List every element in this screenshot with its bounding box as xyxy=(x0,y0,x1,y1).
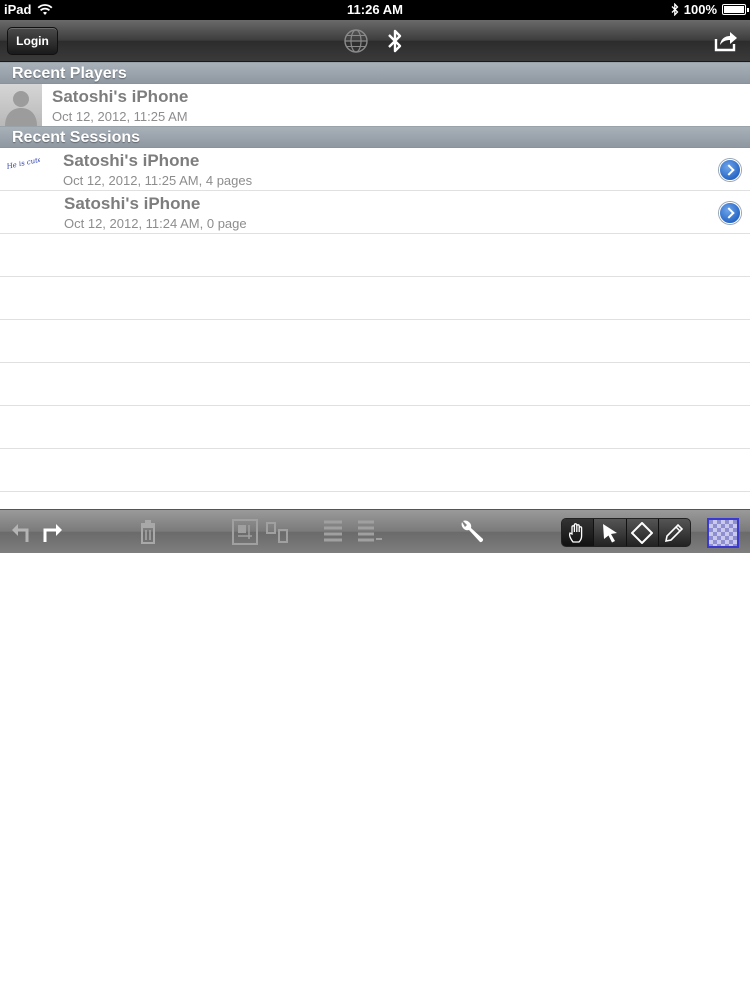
session-row[interactable]: He is cute! Satoshi's iPhone Oct 12, 201… xyxy=(0,148,750,191)
disclosure-button[interactable] xyxy=(719,202,741,224)
session-detail: Oct 12, 2012, 11:24 AM, 0 page xyxy=(64,216,247,231)
redo-icon[interactable] xyxy=(40,520,64,544)
eraser-tool-icon xyxy=(631,521,654,544)
empty-row xyxy=(0,277,750,320)
nav-bar: Login xyxy=(0,20,750,62)
pointer-tool-icon xyxy=(602,523,617,542)
recent-players-header: Recent Players xyxy=(0,62,750,84)
undo-icon[interactable] xyxy=(10,520,34,544)
eraser-tool-button[interactable] xyxy=(627,519,659,546)
hand-tool-button[interactable] xyxy=(562,519,595,546)
bluetooth-icon[interactable] xyxy=(386,27,404,55)
person-silhouette-icon xyxy=(5,91,37,126)
list-icon[interactable] xyxy=(322,519,344,545)
session-name: Satoshi's iPhone xyxy=(64,194,201,213)
empty-row xyxy=(0,449,750,492)
battery-icon xyxy=(722,4,749,15)
disclosure-button[interactable] xyxy=(719,159,741,181)
share-icon[interactable] xyxy=(713,29,739,53)
bluetooth-status-icon xyxy=(671,3,679,16)
battery-percent: 100% xyxy=(683,2,717,17)
color-swatch[interactable] xyxy=(707,518,739,548)
status-bar: iPad 11:26 AM 100% xyxy=(0,0,750,20)
login-button[interactable]: Login xyxy=(7,27,58,55)
globe-icon[interactable] xyxy=(343,28,369,54)
recent-sessions-header: Recent Sessions xyxy=(0,126,750,148)
svg-text:He is cute!: He is cute! xyxy=(6,158,40,171)
pointer-tool-button[interactable] xyxy=(594,519,627,546)
pencil-tool-icon xyxy=(665,523,684,542)
session-row[interactable]: Satoshi's iPhone Oct 12, 2012, 11:24 AM,… xyxy=(0,191,750,234)
empty-row xyxy=(0,320,750,363)
list-add-icon[interactable] xyxy=(356,519,382,545)
pencil-tool-button[interactable] xyxy=(659,519,690,546)
page-move-icon[interactable] xyxy=(266,520,290,544)
session-thumbnail: He is cute! xyxy=(6,158,40,171)
session-name: Satoshi's iPhone xyxy=(63,151,200,170)
player-row[interactable]: Satoshi's iPhone Oct 12, 2012, 11:25 AM xyxy=(0,84,750,126)
hand-tool-icon xyxy=(568,522,582,543)
empty-row xyxy=(0,406,750,449)
empty-row xyxy=(0,234,750,277)
page-layout-icon[interactable] xyxy=(232,519,258,545)
status-time: 11:26 AM xyxy=(347,2,403,17)
bottom-toolbar xyxy=(0,509,750,553)
trash-icon[interactable] xyxy=(139,520,157,544)
avatar xyxy=(0,84,42,126)
session-detail: Oct 12, 2012, 11:25 AM, 4 pages xyxy=(63,173,253,188)
drawing-tool-selector xyxy=(561,518,691,547)
player-timestamp: Oct 12, 2012, 11:25 AM xyxy=(52,109,188,124)
wrench-icon[interactable] xyxy=(458,518,486,546)
player-name: Satoshi's iPhone xyxy=(52,87,189,106)
empty-row xyxy=(0,363,750,406)
